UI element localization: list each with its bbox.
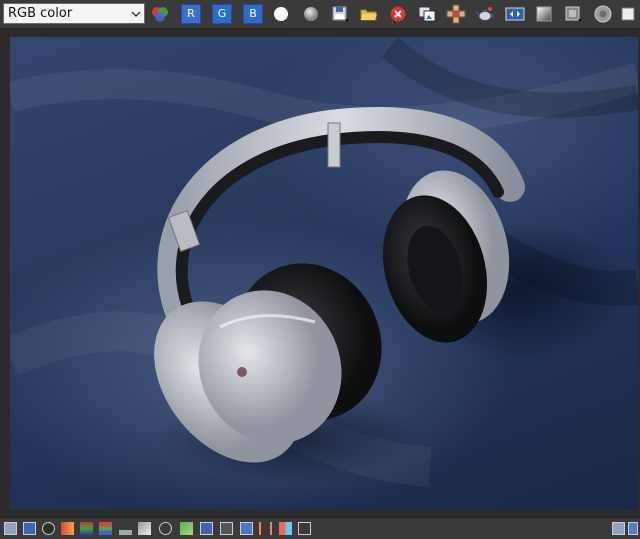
info-icon[interactable]: [42, 522, 55, 535]
layers-icon[interactable]: [23, 522, 36, 535]
toggle-panel-icon[interactable]: [612, 522, 625, 535]
teapot-render-icon[interactable]: [475, 4, 495, 24]
image-icon[interactable]: [200, 522, 213, 535]
display-options-icon[interactable]: [563, 4, 583, 24]
blue-channel-button[interactable]: B: [243, 4, 263, 24]
render-region-icon[interactable]: [446, 4, 466, 24]
compare-icon[interactable]: [259, 522, 272, 535]
toggle-alpha-icon[interactable]: [534, 4, 554, 24]
clear-icon[interactable]: [388, 4, 408, 24]
histogram-icon[interactable]: [119, 522, 132, 535]
white-display-icon[interactable]: [271, 4, 291, 24]
lens-icon[interactable]: [159, 522, 172, 535]
save-image-icon[interactable]: [330, 4, 350, 24]
frame-buffer-icon[interactable]: [505, 4, 525, 24]
exposure-icon[interactable]: [180, 522, 193, 535]
curves-icon[interactable]: [138, 522, 151, 535]
spinner-icon[interactable]: [593, 4, 613, 24]
green-channel-button[interactable]: G: [212, 4, 232, 24]
stereo-icon[interactable]: [279, 522, 292, 535]
green-channel-label: G: [217, 7, 227, 20]
settings-icon[interactable]: [298, 522, 311, 535]
more-tools-icon[interactable]: [620, 4, 640, 24]
panel-icon[interactable]: [240, 522, 253, 535]
frame-icon[interactable]: [4, 522, 17, 535]
chevron-down-icon: [131, 11, 141, 17]
hsl-icon[interactable]: [80, 522, 93, 535]
red-channel-button[interactable]: R: [181, 4, 201, 24]
grey-display-icon[interactable]: [301, 4, 321, 24]
maximize-icon[interactable]: [628, 522, 638, 535]
channel-select-value: RGB color: [8, 6, 73, 21]
open-folder-icon[interactable]: [359, 4, 379, 24]
toolbar: RGB color R G B: [0, 0, 640, 29]
enable-color-channels-icon[interactable]: [150, 4, 170, 24]
blue-channel-label: B: [249, 7, 257, 20]
levels-icon[interactable]: [99, 522, 112, 535]
copy-image-icon[interactable]: [417, 4, 437, 24]
lut-icon[interactable]: [220, 522, 233, 535]
color-icon[interactable]: [61, 522, 74, 535]
channel-select[interactable]: RGB color: [3, 3, 145, 24]
red-channel-label: R: [187, 7, 195, 20]
statusbar: [0, 517, 640, 539]
render-viewport[interactable]: [10, 37, 638, 510]
rendered-headphones-image: [10, 37, 638, 487]
